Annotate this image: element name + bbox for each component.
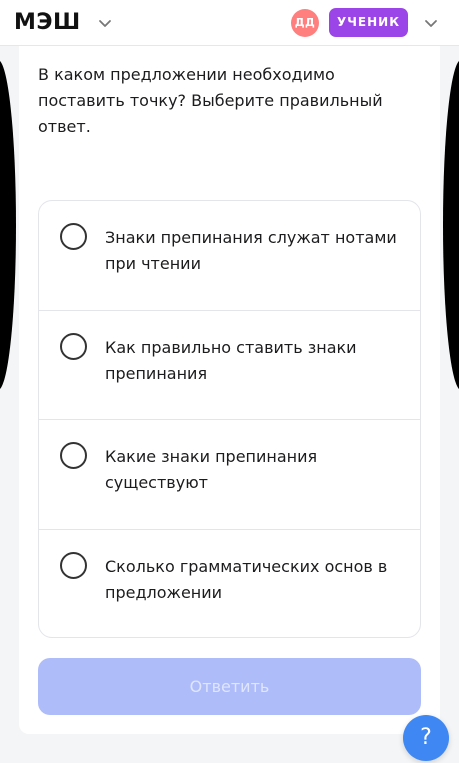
radio-button[interactable] xyxy=(60,332,87,360)
chevron-down-icon[interactable] xyxy=(97,15,113,31)
answer-options: Знаки препинания служат нотами при чтени… xyxy=(38,200,421,638)
question-text: В каком предложении необходимо поставить… xyxy=(38,65,383,136)
role-badge[interactable]: УЧЕНИК xyxy=(329,8,408,37)
answer-option[interactable]: Какие знаки препинания существуют xyxy=(39,420,420,530)
background-decoration-left xyxy=(0,60,16,390)
answer-option[interactable]: Сколько грамматических основ в предложен… xyxy=(39,530,420,638)
answer-option[interactable]: Знаки препинания служат нотами при чтени… xyxy=(39,201,420,311)
radio-button[interactable] xyxy=(60,223,87,250)
top-header: МЭШ ДД УЧЕНИК xyxy=(0,0,459,46)
help-button[interactable]: ? xyxy=(403,715,449,761)
chevron-down-icon[interactable] xyxy=(423,15,439,31)
answer-option-label: Как правильно ставить знаки препинания xyxy=(105,337,357,383)
radio-button[interactable] xyxy=(60,551,87,579)
user-avatar[interactable]: ДД xyxy=(291,9,319,37)
submit-button[interactable]: Ответить xyxy=(38,658,421,715)
answer-option[interactable]: Как правильно ставить знаки препинания xyxy=(39,311,420,420)
answer-option-label: Сколько грамматических основ в предложен… xyxy=(105,556,388,602)
mesh-logo[interactable]: МЭШ xyxy=(14,9,81,37)
radio-button[interactable] xyxy=(60,442,87,469)
answer-option-label: Знаки препинания служат нотами при чтени… xyxy=(105,228,397,273)
background-decoration-right xyxy=(443,60,459,390)
answer-option-label: Какие знаки препинания существуют xyxy=(105,447,318,492)
question-card: В каком предложении необходимо поставить… xyxy=(19,46,440,734)
